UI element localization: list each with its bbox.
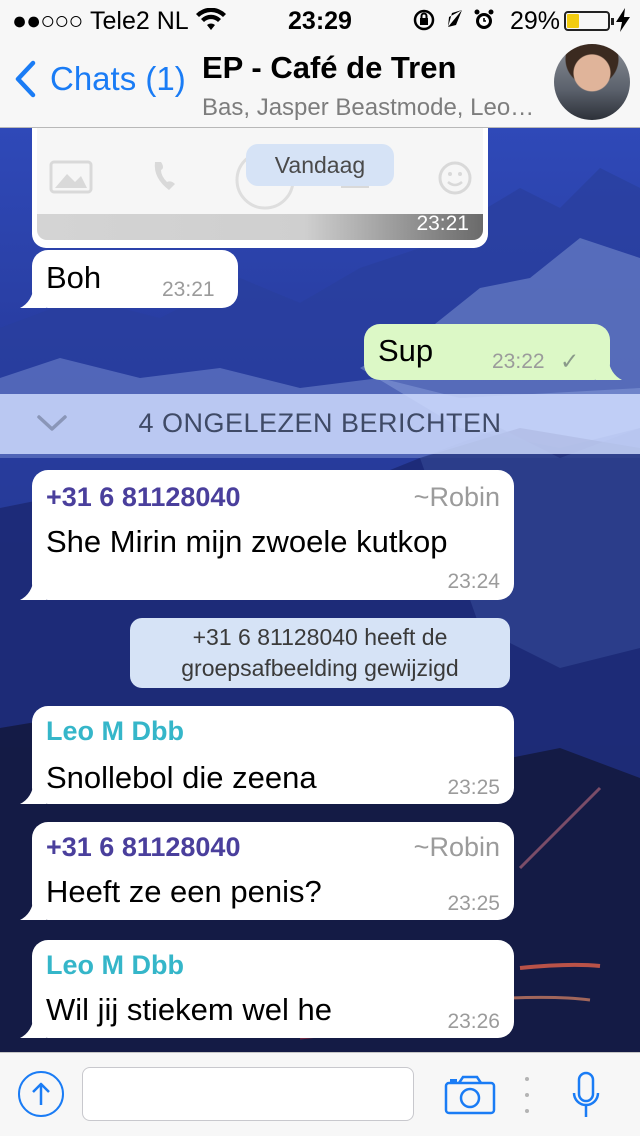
unread-count-label: 4 ONGELEZEN BERICHTEN — [138, 408, 502, 438]
message-text: Sup — [378, 333, 434, 368]
message-bubble-in[interactable]: +31 6 81128040 ~Robin She Mirin mijn zwo… — [20, 470, 514, 600]
system-message: +31 6 81128040 heeft de groepsafbeelding… — [130, 618, 510, 688]
photo-icon — [49, 160, 93, 194]
message-text: Snollebol die zeena — [46, 760, 317, 795]
smiley-icon — [438, 161, 472, 195]
message-text: Wil jij stiekem wel he — [46, 992, 332, 1027]
back-button[interactable]: Chats (1) — [14, 60, 186, 98]
sender-name[interactable]: Leo M Dbb — [46, 716, 184, 747]
date-separator: Vandaag — [246, 144, 394, 186]
group-members[interactable]: Bas, Jasper Beastmode, Leo… — [202, 94, 552, 122]
sender-handle: ~Robin — [413, 832, 500, 862]
sender-name[interactable]: +31 6 81128040 — [46, 482, 240, 513]
location-icon — [448, 10, 462, 27]
more-dots-icon — [525, 1077, 529, 1113]
message-text: Heeft ze een penis? — [46, 874, 322, 909]
unread-messages-banner[interactable]: 4 ONGELEZEN BERICHTEN — [0, 394, 640, 454]
message-time: 23:25 — [447, 776, 500, 799]
rotation-lock-icon — [413, 9, 435, 31]
upload-button[interactable] — [18, 1071, 64, 1117]
microphone-button[interactable] — [572, 1071, 600, 1123]
sender-name[interactable]: Leo M Dbb — [46, 950, 184, 981]
upload-icon — [32, 1082, 50, 1105]
status-icons — [412, 7, 502, 40]
camera-icon — [444, 1075, 496, 1115]
delivered-check-icon: ✓ — [560, 348, 580, 374]
message-bubble-in[interactable]: Leo M Dbb Snollebol die zeena 23:25 — [20, 706, 514, 804]
message-time: 23:21 — [416, 212, 469, 235]
message-bubble-out[interactable]: Sup 23:22 ✓ — [364, 324, 622, 380]
sender-handle: ~Robin — [413, 482, 500, 512]
message-bubble-in[interactable]: +31 6 81128040 ~Robin Heeft ze een penis… — [20, 822, 514, 920]
group-avatar[interactable] — [554, 44, 630, 120]
group-title[interactable]: EP - Café de Tren — [202, 50, 456, 86]
message-time: 23:21 — [162, 278, 215, 301]
alarm-icon — [474, 9, 494, 29]
chat-header: Chats (1) EP - Café de Tren Bas, Jasper … — [0, 40, 640, 128]
message-text: Boh — [46, 260, 102, 295]
message-input[interactable] — [82, 1067, 414, 1121]
message-text: She Mirin mijn zwoele kutkop — [46, 524, 448, 559]
sender-name[interactable]: +31 6 81128040 — [46, 832, 240, 863]
message-bubble-in[interactable]: Leo M Dbb Wil jij stiekem wel he 23:26 — [20, 940, 514, 1038]
microphone-icon — [572, 1071, 600, 1117]
battery-percentage: 29% — [510, 7, 561, 35]
chevron-left-icon — [15, 60, 36, 98]
message-time: 23:25 — [447, 892, 500, 915]
back-label: Chats (1) — [50, 60, 186, 97]
message-time: 23:24 — [447, 570, 500, 593]
status-bar: ●●○○○ Tele2 NL 23:29 29% — [0, 0, 640, 40]
message-bubble-in[interactable]: Boh 23:21 — [20, 250, 238, 308]
phone-icon — [154, 162, 175, 190]
camera-button[interactable] — [444, 1075, 496, 1115]
compose-bar — [0, 1052, 640, 1136]
message-time: 23:26 — [447, 1010, 500, 1033]
message-time: 23:22 — [492, 350, 545, 373]
battery-icon — [564, 11, 614, 31]
charging-icon — [616, 8, 630, 38]
